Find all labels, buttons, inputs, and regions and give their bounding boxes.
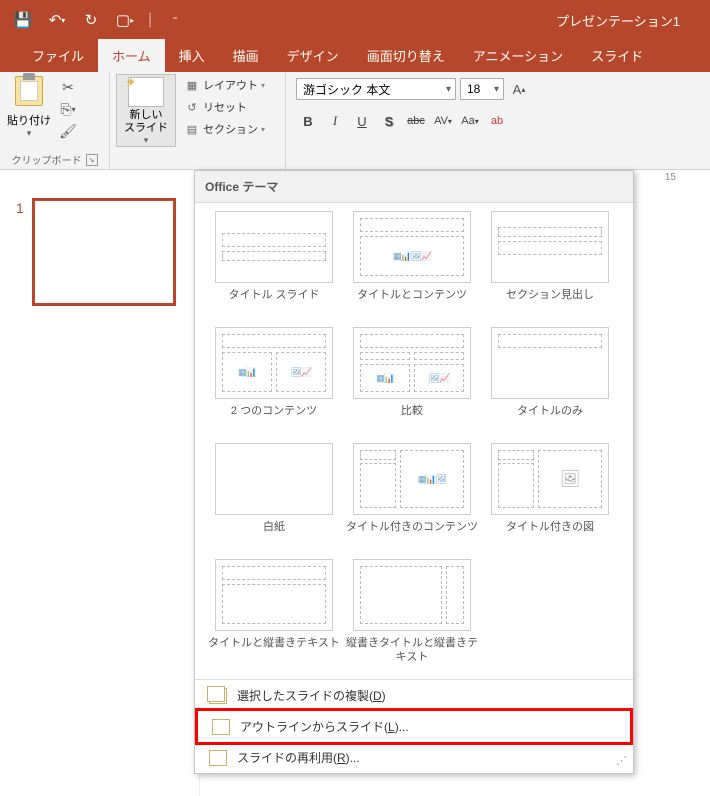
italic-button[interactable]: I: [323, 110, 347, 132]
tab-animations[interactable]: アニメーション: [459, 39, 577, 72]
paste-button[interactable]: 貼り付け ▾: [6, 74, 52, 139]
ruler-mark: 15: [665, 172, 676, 183]
tab-draw[interactable]: 描画: [219, 39, 273, 72]
bold-button[interactable]: B: [296, 110, 320, 132]
layout-vertical-title-text[interactable]: 縦書きタイトルと縦書きテキスト: [343, 559, 481, 665]
copy-icon[interactable]: ⎘▾: [58, 100, 78, 118]
increase-font-icon[interactable]: A▴: [508, 78, 530, 100]
tab-design[interactable]: デザイン: [273, 39, 353, 72]
layout-blank[interactable]: 白紙: [205, 443, 343, 549]
menu-duplicate-slide[interactable]: 選択したスライドの複製(D): [195, 680, 633, 711]
layout-section-header[interactable]: セクション見出し: [481, 211, 619, 317]
window-title: プレゼンテーション1: [198, 11, 710, 30]
menu-outline-to-slides[interactable]: アウトラインからスライド(L)...: [198, 711, 630, 742]
layout-title-vertical-text[interactable]: タイトルと縦書きテキスト: [205, 559, 343, 665]
font-size-select[interactable]: 18: [460, 78, 504, 100]
tab-slideshow[interactable]: スライド: [577, 39, 657, 72]
underline-button[interactable]: U: [350, 110, 374, 132]
change-case-button[interactable]: Aa▾: [458, 110, 482, 132]
layout-comparison[interactable]: ▦📊🖼📈 比較: [343, 327, 481, 433]
layout-two-content[interactable]: ▦📊🖼📈 2 つのコンテンツ: [205, 327, 343, 433]
shadow-button[interactable]: S: [377, 110, 401, 132]
qat-customize-icon[interactable]: ⁼: [160, 5, 190, 35]
layout-gallery: Office テーマ タイトル スライド ▦📊🖼📈 タイトルとコンテンツ セクシ…: [194, 170, 634, 774]
tab-transitions[interactable]: 画面切り替え: [353, 39, 459, 72]
resize-grip-icon[interactable]: ⋰: [616, 754, 627, 767]
undo-icon[interactable]: ↶▾: [42, 5, 72, 35]
tab-insert[interactable]: 挿入: [165, 39, 219, 72]
reuse-icon: [209, 750, 227, 766]
strikethrough-button[interactable]: abc: [404, 110, 428, 132]
layout-title-content[interactable]: ▦📊🖼📈 タイトルとコンテンツ: [343, 211, 481, 317]
new-slide-icon: [128, 77, 164, 107]
menu-reuse-slides[interactable]: スライドの再利用(R)...: [195, 742, 633, 773]
tab-file[interactable]: ファイル: [18, 39, 98, 72]
char-spacing-button[interactable]: AV▾: [431, 110, 455, 132]
slide-thumbnail[interactable]: [34, 200, 174, 304]
section-icon: ▤: [184, 122, 200, 136]
tab-home[interactable]: ホーム: [98, 39, 165, 72]
layout-title-only[interactable]: タイトルのみ: [481, 327, 619, 433]
reset-button[interactable]: ↺リセット: [180, 96, 269, 118]
layout-button[interactable]: ▦レイアウト▾: [180, 74, 269, 96]
font-name-select[interactable]: 游ゴシック 本文: [296, 78, 456, 100]
ribbon-tabs: ファイル ホーム 挿入 描画 デザイン 画面切り替え アニメーション スライド: [0, 40, 710, 72]
layout-picture-caption[interactable]: 🖼 タイトル付きの図: [481, 443, 619, 549]
redo-icon[interactable]: ↻: [76, 5, 106, 35]
slide-number: 1: [16, 200, 24, 216]
clipboard-icon: [15, 76, 43, 106]
section-button[interactable]: ▤セクション▾: [180, 118, 269, 140]
gallery-header: Office テーマ: [195, 171, 633, 203]
duplicate-icon: [209, 688, 227, 704]
outline-icon: [212, 719, 230, 735]
layout-content-caption[interactable]: ▦📊🖼 タイトル付きのコンテンツ: [343, 443, 481, 549]
format-painter-icon[interactable]: 🖌: [58, 122, 78, 140]
layout-title-slide[interactable]: タイトル スライド: [205, 211, 343, 317]
save-icon[interactable]: 💾: [8, 5, 38, 35]
qat-separator: |: [148, 11, 152, 29]
new-slide-button[interactable]: 新しい スライド ▾: [116, 74, 176, 147]
clipboard-group-label: クリップボード: [12, 152, 82, 167]
cut-icon[interactable]: ✂: [58, 78, 78, 96]
clipboard-dialog-launcher-icon[interactable]: ↘: [86, 154, 98, 166]
reset-icon: ↺: [184, 100, 200, 114]
highlight-button[interactable]: ab: [485, 110, 509, 132]
layout-icon: ▦: [184, 78, 200, 92]
slideshow-icon[interactable]: ▢▸: [110, 5, 140, 35]
